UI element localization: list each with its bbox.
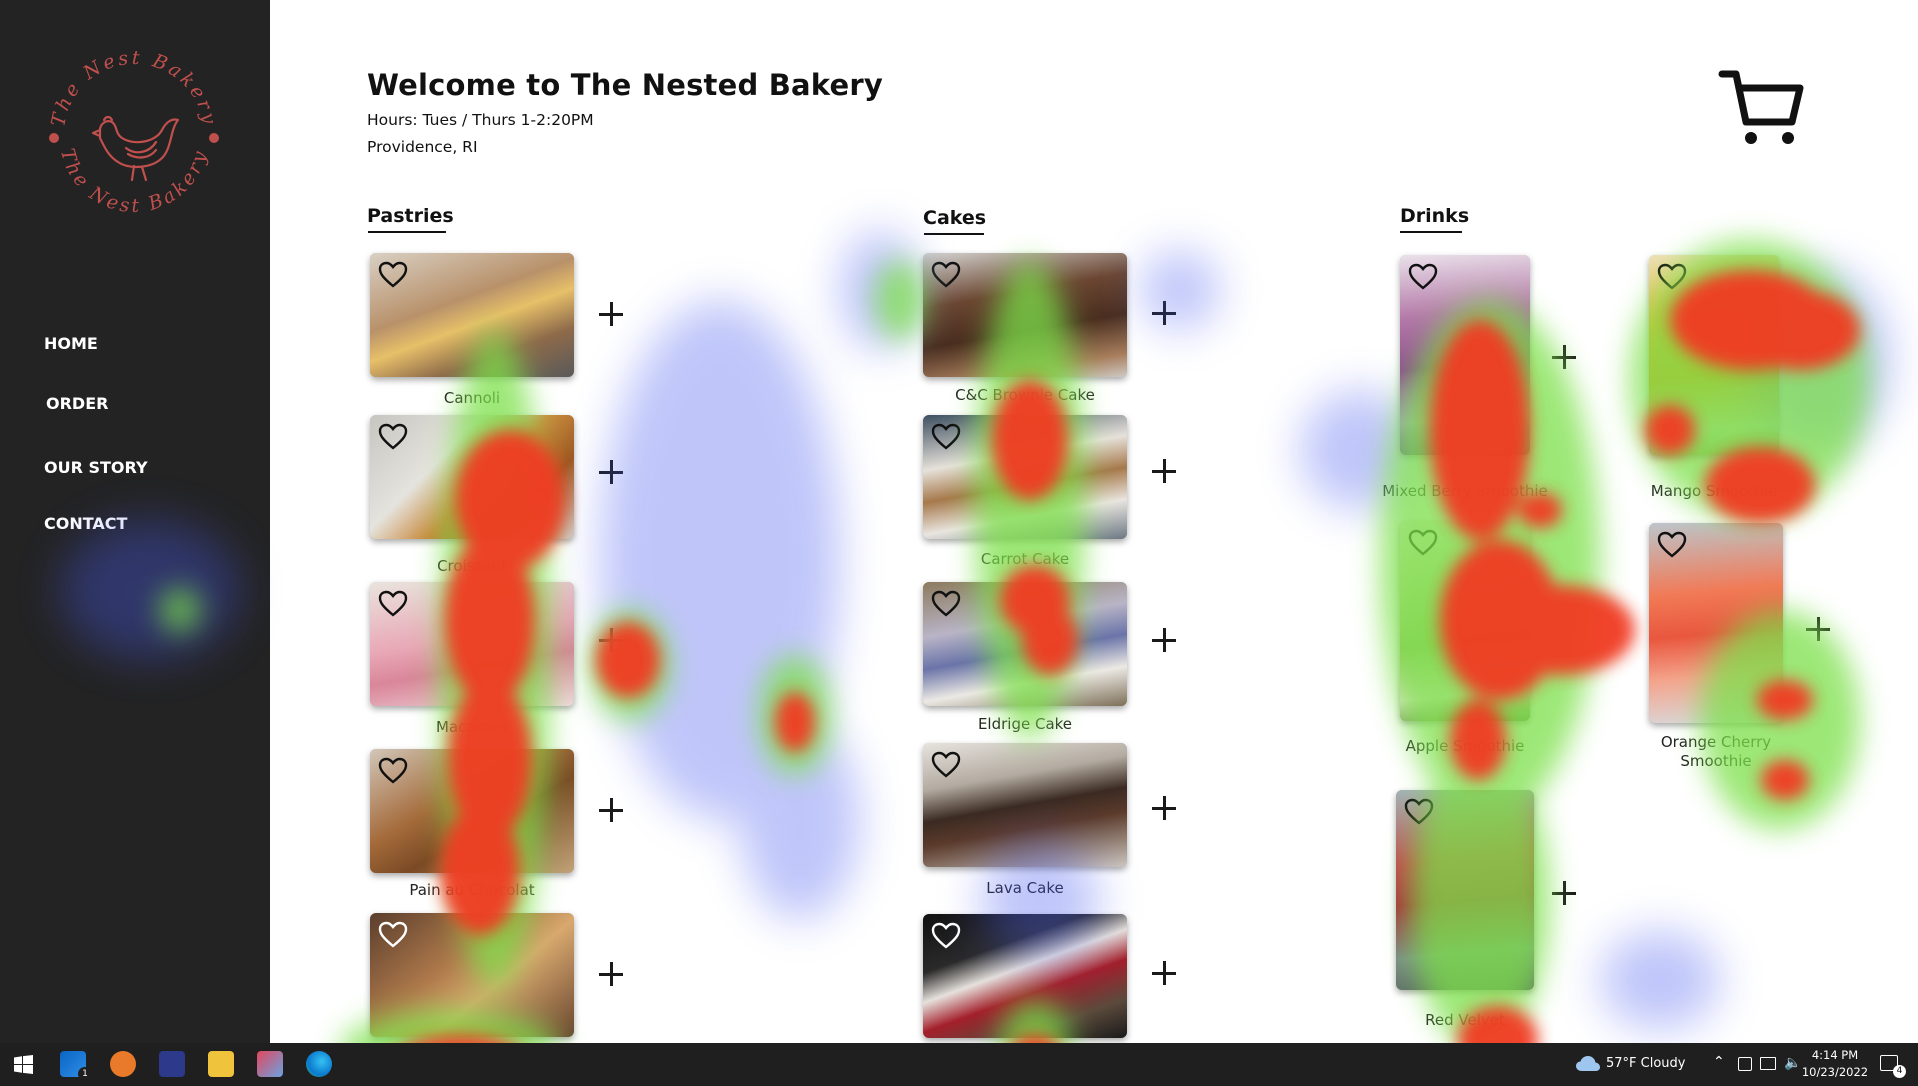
nav-our-story[interactable]: OUR STORY [44, 458, 148, 477]
add-to-cart-button[interactable] [1806, 617, 1830, 641]
file-explorer-icon[interactable] [208, 1051, 234, 1077]
clock-time[interactable]: 4:14 PM [1800, 1048, 1870, 1062]
product-card-red-velvet-drink[interactable] [1396, 790, 1534, 990]
add-to-cart-button[interactable] [1552, 881, 1576, 905]
product-label-mango-smoothie: Mango Smoothie [1650, 482, 1778, 500]
bakery-logo[interactable]: The Nest Bakery The Nest Bakery [38, 38, 230, 230]
chevron-up-icon[interactable]: ⌃ [1713, 1054, 1725, 1070]
product-card-apple-smoothie[interactable] [1400, 521, 1530, 721]
product-label-cc-brownie-cake: C&C Brownie Cake [955, 386, 1095, 404]
hours-text: Hours: Tues / Thurs 1-2:20PM [367, 111, 594, 129]
snipping-tool-icon[interactable] [257, 1051, 283, 1077]
page-title: Welcome to The Nested Bakery [367, 68, 883, 102]
product-label-mixed-berry-smoothie: Mixed Berry Smoothie [1382, 482, 1548, 500]
sidebar: The Nest Bakery The Nest Bakery HOME ORD… [0, 0, 270, 1043]
add-to-cart-button[interactable] [1152, 628, 1176, 652]
add-to-cart-button[interactable] [599, 460, 623, 484]
product-label-croissant: Croissant [437, 557, 507, 575]
add-to-cart-button[interactable] [1152, 961, 1176, 985]
add-to-cart-button[interactable] [1152, 796, 1176, 820]
product-card-red-velvet-cake[interactable] [923, 914, 1127, 1038]
heart-icon[interactable] [378, 423, 408, 451]
windows-taskbar: 1 57°F Cloudy ⌃ 🔈 4:14 PM 10/23/2022 4 [0, 1043, 1918, 1086]
nav-order[interactable]: ORDER [46, 394, 108, 413]
edge-browser-icon[interactable] [306, 1051, 332, 1077]
add-to-cart-button[interactable] [1552, 345, 1576, 369]
location-text: Providence, RI [367, 138, 478, 156]
product-card-lava-cake[interactable] [923, 743, 1127, 867]
product-card-pain-au-chocolat[interactable] [370, 749, 574, 873]
add-to-cart-button[interactable] [599, 798, 623, 822]
product-label-lava-cake: Lava Cake [986, 879, 1064, 897]
heart-icon[interactable] [1657, 531, 1687, 559]
volume-icon[interactable]: 🔈 [1784, 1055, 1801, 1071]
section-underline [368, 231, 446, 233]
add-to-cart-button[interactable] [599, 962, 623, 986]
heart-icon[interactable] [931, 423, 961, 451]
notification-count-badge: 4 [1893, 1065, 1906, 1078]
powershell-icon[interactable] [159, 1051, 185, 1077]
section-underline [924, 233, 984, 235]
product-label-orange-cherry-smoothie: Orange Cherry Smoothie [1660, 733, 1772, 770]
product-card-carrot-cake[interactable] [923, 415, 1127, 539]
cloud-icon [1576, 1056, 1600, 1071]
heart-icon[interactable] [931, 590, 961, 618]
section-title-pastries: Pastries [367, 205, 454, 227]
product-card-croissant[interactable] [370, 415, 574, 539]
heart-icon[interactable] [378, 261, 408, 289]
product-card-orange-cherry-smoothie[interactable] [1649, 523, 1783, 723]
product-card-cc-brownie-cake[interactable] [923, 253, 1127, 377]
product-card-mixed-berry-smoothie[interactable] [1400, 255, 1530, 455]
windows-start-icon[interactable] [14, 1055, 33, 1074]
heart-icon[interactable] [1408, 529, 1438, 557]
heart-icon[interactable] [378, 921, 408, 949]
heart-icon[interactable] [378, 757, 408, 785]
heart-icon[interactable] [931, 261, 961, 289]
section-title-drinks: Drinks [1400, 205, 1470, 227]
network-icon[interactable] [1760, 1057, 1776, 1070]
add-to-cart-button[interactable] [599, 302, 623, 326]
heart-icon[interactable] [1408, 263, 1438, 291]
heart-icon[interactable] [378, 590, 408, 618]
nav-home[interactable]: HOME [44, 334, 98, 353]
add-to-cart-button[interactable] [1152, 459, 1176, 483]
product-label-carrot-cake: Carrot Cake [980, 550, 1070, 568]
heart-icon[interactable] [1404, 798, 1434, 826]
nav-contact[interactable]: CONTACT [44, 514, 127, 533]
cart-icon[interactable] [1718, 68, 1806, 148]
weather-text[interactable]: 57°F Cloudy [1606, 1056, 1685, 1071]
mail-badge: 1 [78, 1067, 92, 1081]
heart-icon[interactable] [931, 922, 961, 950]
product-card-pastry-5[interactable] [370, 913, 574, 1037]
svg-text:The Nest Bakery: The Nest Bakery [47, 47, 220, 129]
product-card-mango-smoothie[interactable] [1649, 255, 1779, 455]
clock-date[interactable]: 10/23/2022 [1800, 1065, 1870, 1079]
product-label-macarons: Macarons [436, 718, 508, 736]
add-to-cart-button[interactable] [599, 628, 623, 652]
product-label-cannoli: Cannoli [443, 389, 501, 407]
product-label-eldrige-cake: Eldrige Cake [977, 715, 1073, 733]
product-card-cannoli[interactable] [370, 253, 574, 377]
section-title-cakes: Cakes [923, 207, 987, 229]
heart-icon[interactable] [1657, 263, 1687, 291]
add-to-cart-button[interactable] [1152, 301, 1176, 325]
product-card-eldrige-cake[interactable] [923, 582, 1127, 706]
section-underline [1400, 231, 1462, 233]
product-card-macarons[interactable] [370, 582, 574, 706]
product-label-red-velvet: Red Velvet [1425, 1011, 1505, 1029]
product-label-apple-smoothie: Apple Smoothie [1405, 737, 1525, 755]
product-label-pain-au-chocolat: Pain au Chocolat [409, 881, 535, 899]
office-app-icon[interactable] [110, 1051, 136, 1077]
meet-now-icon[interactable] [1738, 1057, 1752, 1071]
heart-icon[interactable] [931, 751, 961, 779]
